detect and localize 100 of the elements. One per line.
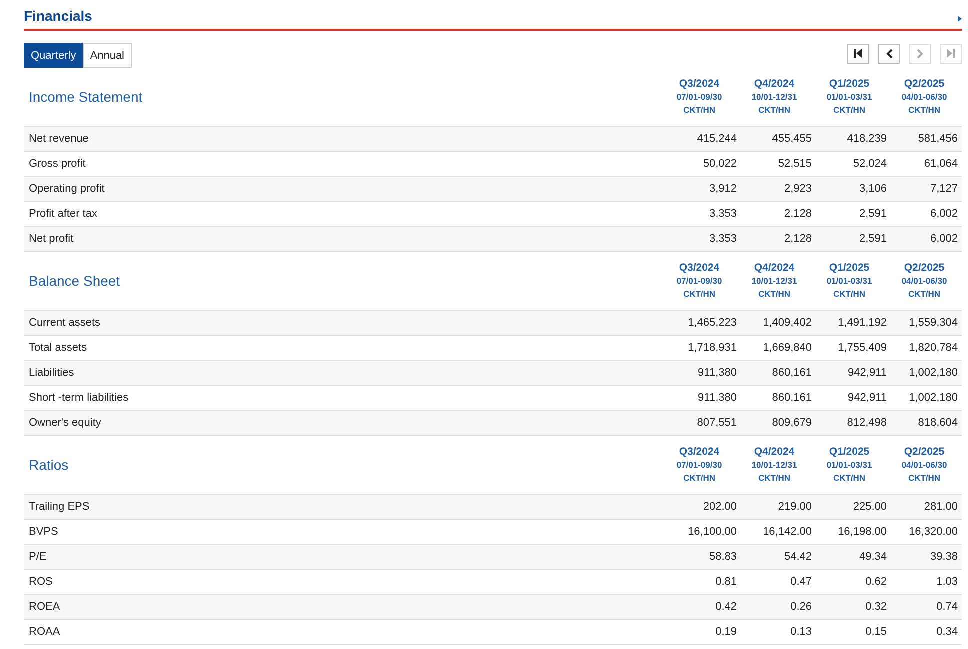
value-cell-text: 39.38	[929, 551, 959, 563]
period-header: Q1/2025 01/01-03/31 CKT/HN	[826, 77, 874, 117]
value-cell-text: 3,353	[708, 208, 737, 220]
value-cell-text: 1,409,402	[762, 317, 812, 329]
value-cell-text: 812,498	[846, 417, 887, 429]
value-cell-text: 942,911	[847, 367, 887, 379]
value-cell-text: 415,244	[696, 133, 737, 145]
value-cell-text: 809,679	[771, 417, 812, 429]
value-cell-text: 807,551	[696, 417, 737, 429]
value-cell-text: 455,455	[771, 133, 812, 145]
row-label: Short -term liabilities	[29, 392, 130, 404]
value-cell-text: 6,002	[929, 233, 959, 245]
value-cell-text: 1,559,304	[908, 317, 959, 329]
value-cell-text: 7,127	[929, 183, 959, 195]
period-header: Q3/2024 07/01-09/30 CKT/HN	[676, 261, 724, 301]
triangle-icon[interactable]	[958, 16, 962, 22]
value-cell-text: 54.42	[783, 551, 812, 563]
value-cell-text: 219.00	[777, 501, 812, 513]
row-label: ROS	[29, 576, 54, 588]
row-label: ROEA	[29, 601, 62, 613]
row-label: Current assets	[29, 317, 102, 329]
value-cell-text: 2,128	[783, 208, 812, 220]
period-header: Q4/2024 10/01-12/31 CKT/HN	[750, 77, 798, 117]
value-cell-text: 0.32	[864, 601, 887, 613]
value-cell-text: 818,604	[917, 417, 959, 429]
value-cell-text: 418,239	[846, 133, 887, 145]
value-cell-text: 58.83	[708, 551, 737, 563]
value-cell-text: 1.03	[936, 576, 959, 588]
value-cell-text: 6,002	[929, 208, 959, 220]
value-cell-text: 860,161	[771, 367, 812, 379]
value-cell-text: 202.00	[702, 501, 737, 513]
row-label: Net revenue	[29, 133, 90, 145]
value-cell-text: 2,591	[858, 233, 887, 245]
value-cell-text: 16,198.00	[837, 526, 887, 538]
period-header: Q2/2025 04/01-06/30 CKT/HN	[900, 77, 948, 117]
value-cell-text: 2,923	[783, 183, 812, 195]
section-title: Ratios	[29, 457, 70, 473]
period-header: Q1/2025 01/01-03/31 CKT/HN	[826, 445, 874, 485]
value-cell-text: 911,380	[697, 392, 737, 404]
value-cell-text: 2,591	[858, 208, 887, 220]
value-cell-text: 2,128	[783, 233, 812, 245]
period-header: Q4/2024 10/01-12/31 CKT/HN	[750, 261, 798, 301]
row-label: Owner's equity	[29, 417, 102, 429]
period-header: Q3/2024 07/01-09/30 CKT/HN	[676, 445, 724, 485]
row-label: P/E	[29, 551, 48, 563]
period-header: Q4/2024 10/01-12/31 CKT/HN	[750, 445, 798, 485]
row-label: Liabilities	[29, 367, 76, 379]
period-tab[interactable]: Quarterly	[24, 43, 84, 68]
period-header: Q3/2024 07/01-09/30 CKT/HN	[676, 77, 724, 117]
value-cell-text: 1,718,931	[687, 342, 737, 354]
value-cell-text: 1,491,192	[837, 317, 887, 329]
value-cell-text: 0.15	[864, 626, 887, 638]
value-cell-text: 281.00	[923, 501, 959, 513]
value-cell-text: 860,161	[771, 392, 812, 404]
section-title: Income Statement	[29, 89, 144, 105]
period-header: Q2/2025 04/01-06/30 CKT/HN	[900, 261, 948, 301]
value-cell-text: 942,911	[847, 392, 887, 404]
value-cell-text: 1,755,409	[837, 342, 887, 354]
value-cell-text: 0.19	[714, 626, 737, 638]
period-header: Q2/2025 04/01-06/30 CKT/HN	[900, 445, 948, 485]
period-header: Q1/2025 01/01-03/31 CKT/HN	[826, 261, 874, 301]
row-label: Operating profit	[29, 183, 106, 195]
value-cell-text: 50,022	[702, 158, 737, 170]
value-cell-text: 0.13	[790, 626, 812, 638]
value-cell-text: 52,024	[852, 158, 887, 170]
section-title: Balance Sheet	[29, 273, 122, 289]
value-cell-text: 1,820,784	[908, 342, 959, 354]
skip-to-start-icon	[854, 49, 862, 58]
value-cell-text: 1,002,180	[908, 367, 959, 379]
value-cell-text: 225.00	[852, 501, 887, 513]
value-cell-text: 16,320.00	[908, 526, 959, 538]
value-cell-text: 0.34	[936, 626, 959, 638]
page-button[interactable]	[878, 44, 900, 64]
value-cell-text: 16,142.00	[762, 526, 812, 538]
value-cell-text: 581,456	[917, 133, 959, 145]
value-cell-text: 0.62	[864, 576, 887, 588]
value-cell-text: 0.47	[790, 576, 812, 588]
page-title: Financials	[24, 8, 92, 24]
value-cell-text: 0.81	[714, 576, 737, 588]
row-label: Profit after tax	[29, 208, 98, 220]
row-label: Gross profit	[29, 158, 87, 170]
skip-to-end-icon	[947, 49, 955, 58]
value-cell-text: 1,465,223	[687, 317, 737, 329]
row-label: Total assets	[29, 342, 88, 354]
period-tab[interactable]: Annual	[83, 43, 132, 68]
chevron-right-icon	[916, 48, 924, 58]
value-cell-text: 49.34	[858, 551, 887, 563]
chevron-left-icon	[886, 48, 892, 58]
row-label: Net profit	[29, 233, 75, 245]
row-label: Trailing EPS	[29, 501, 91, 513]
skip-button[interactable]	[847, 44, 869, 64]
row-label: BVPS	[29, 526, 60, 538]
value-cell-text: 1,002,180	[908, 392, 959, 404]
value-cell-text: 911,380	[697, 367, 737, 379]
value-cell-text: 3,106	[858, 183, 887, 195]
value-cell-text: 3,912	[708, 183, 737, 195]
value-cell-text: 16,100.00	[687, 526, 737, 538]
value-cell-text: 61,064	[923, 158, 959, 170]
value-cell-text: 0.74	[936, 601, 959, 613]
row-label: ROAA	[29, 626, 62, 638]
